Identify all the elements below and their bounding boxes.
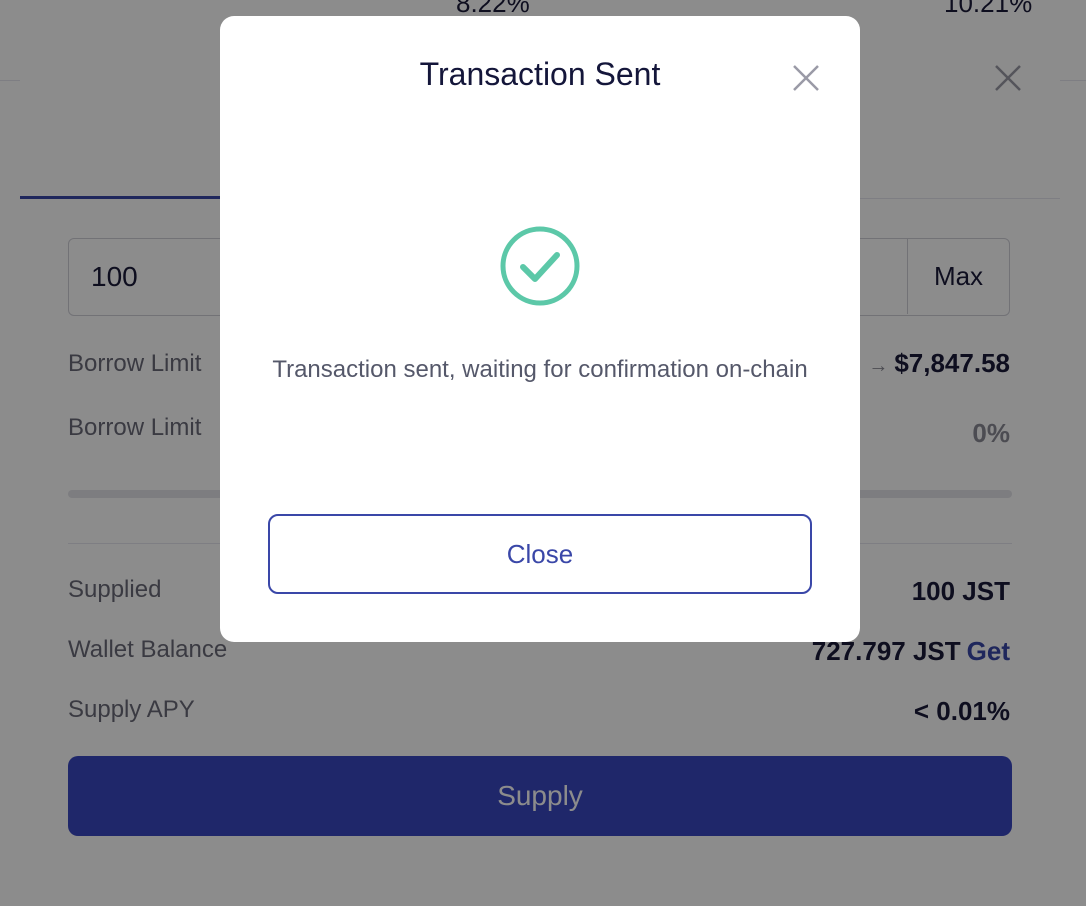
dialog-title: Transaction Sent [419, 56, 661, 92]
close-button[interactable]: Close [268, 514, 812, 594]
dialog-message: Transaction sent, waiting for confirmati… [272, 356, 808, 383]
close-icon[interactable] [790, 62, 822, 94]
check-circle-icon [500, 226, 580, 306]
transaction-sent-dialog: Transaction Sent Transaction sent, waiti… [220, 16, 860, 642]
